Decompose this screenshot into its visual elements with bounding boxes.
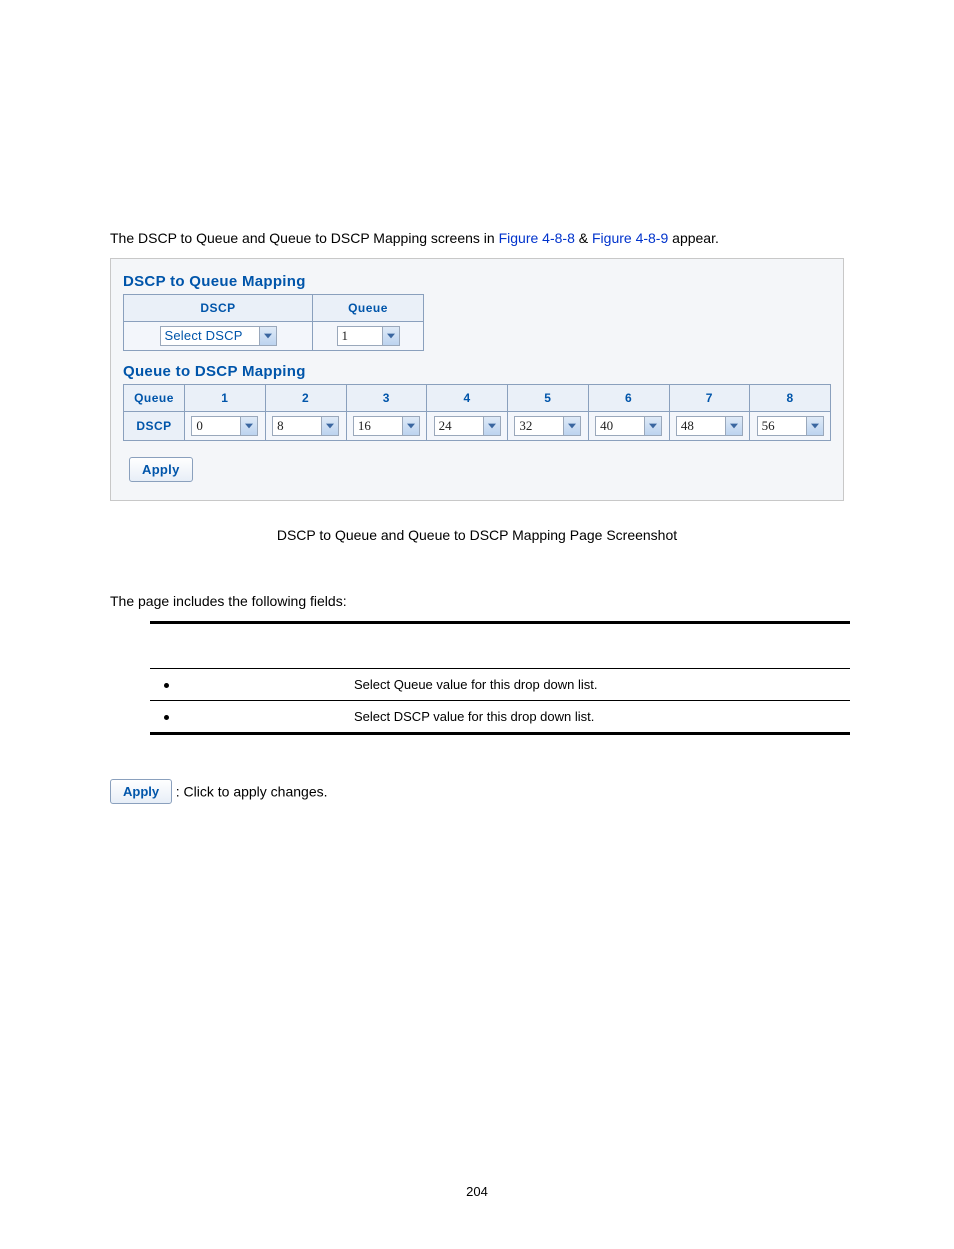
q2d-select-6[interactable]: 40 xyxy=(595,416,662,436)
caption: DSCP to Queue and Queue to DSCP Mapping … xyxy=(50,527,904,543)
apply-button[interactable]: Apply xyxy=(129,457,193,482)
chevron-down-icon xyxy=(240,417,257,435)
q2d-table: Queue 1 2 3 4 5 6 7 8 DSCP 0 8 16 24 32 xyxy=(123,384,831,441)
d2q-col-queue: Queue xyxy=(313,295,424,322)
chevron-down-icon xyxy=(563,417,580,435)
screenshot-panel: DSCP to Queue Mapping DSCP Queue Select … xyxy=(110,258,844,501)
page-number: 204 xyxy=(50,1184,904,1199)
figure-link-2[interactable]: Figure 4-8-9 xyxy=(592,230,668,246)
q2d-select-4[interactable]: 24 xyxy=(434,416,501,436)
chevron-down-icon xyxy=(321,417,338,435)
q2d-select-3[interactable]: 16 xyxy=(353,416,420,436)
q2d-col-5: 5 xyxy=(508,385,589,412)
q2d-col-7: 7 xyxy=(669,385,750,412)
figure-link-1[interactable]: Figure 4-8-8 xyxy=(499,230,575,246)
q2d-col-3: 3 xyxy=(346,385,427,412)
field-desc: Select DSCP value for this drop down lis… xyxy=(344,701,850,734)
chevron-down-icon xyxy=(259,327,276,345)
apply-button-inline[interactable]: Apply xyxy=(110,779,172,804)
q2d-title: Queue to DSCP Mapping xyxy=(123,363,831,380)
q2d-col-1: 1 xyxy=(185,385,266,412)
q2d-col-2: 2 xyxy=(265,385,346,412)
field-desc: Select Queue value for this drop down li… xyxy=(344,669,850,701)
q2d-select-5[interactable]: 32 xyxy=(514,416,581,436)
select-queue-dropdown[interactable]: 1 xyxy=(337,326,400,346)
q2d-dscp-label: DSCP xyxy=(124,412,185,441)
buttons-note: Apply : Click to apply changes. xyxy=(110,779,904,804)
select-dscp-dropdown[interactable]: Select DSCP xyxy=(160,326,277,346)
chevron-down-icon xyxy=(644,417,661,435)
d2q-title: DSCP to Queue Mapping xyxy=(123,273,831,290)
chevron-down-icon xyxy=(725,417,742,435)
intro-text: The DSCP to Queue and Queue to DSCP Mapp… xyxy=(110,230,904,246)
fields-intro: The page includes the following fields: xyxy=(110,593,904,609)
q2d-select-2[interactable]: 8 xyxy=(272,416,339,436)
q2d-select-8[interactable]: 56 xyxy=(757,416,824,436)
q2d-row-label: Queue xyxy=(124,385,185,412)
q2d-select-1[interactable]: 0 xyxy=(191,416,258,436)
chevron-down-icon xyxy=(382,327,399,345)
chevron-down-icon xyxy=(402,417,419,435)
table-row: Select DSCP value for this drop down lis… xyxy=(150,701,850,734)
q2d-select-7[interactable]: 48 xyxy=(676,416,743,436)
bullet-icon xyxy=(164,683,169,688)
fields-table: Select Queue value for this drop down li… xyxy=(150,621,850,735)
bullet-icon xyxy=(164,715,169,720)
q2d-col-4: 4 xyxy=(427,385,508,412)
d2q-col-dscp: DSCP xyxy=(124,295,313,322)
q2d-col-6: 6 xyxy=(588,385,669,412)
chevron-down-icon xyxy=(806,417,823,435)
chevron-down-icon xyxy=(483,417,500,435)
table-row: Select Queue value for this drop down li… xyxy=(150,669,850,701)
q2d-col-8: 8 xyxy=(750,385,831,412)
d2q-table: DSCP Queue Select DSCP 1 xyxy=(123,294,424,351)
